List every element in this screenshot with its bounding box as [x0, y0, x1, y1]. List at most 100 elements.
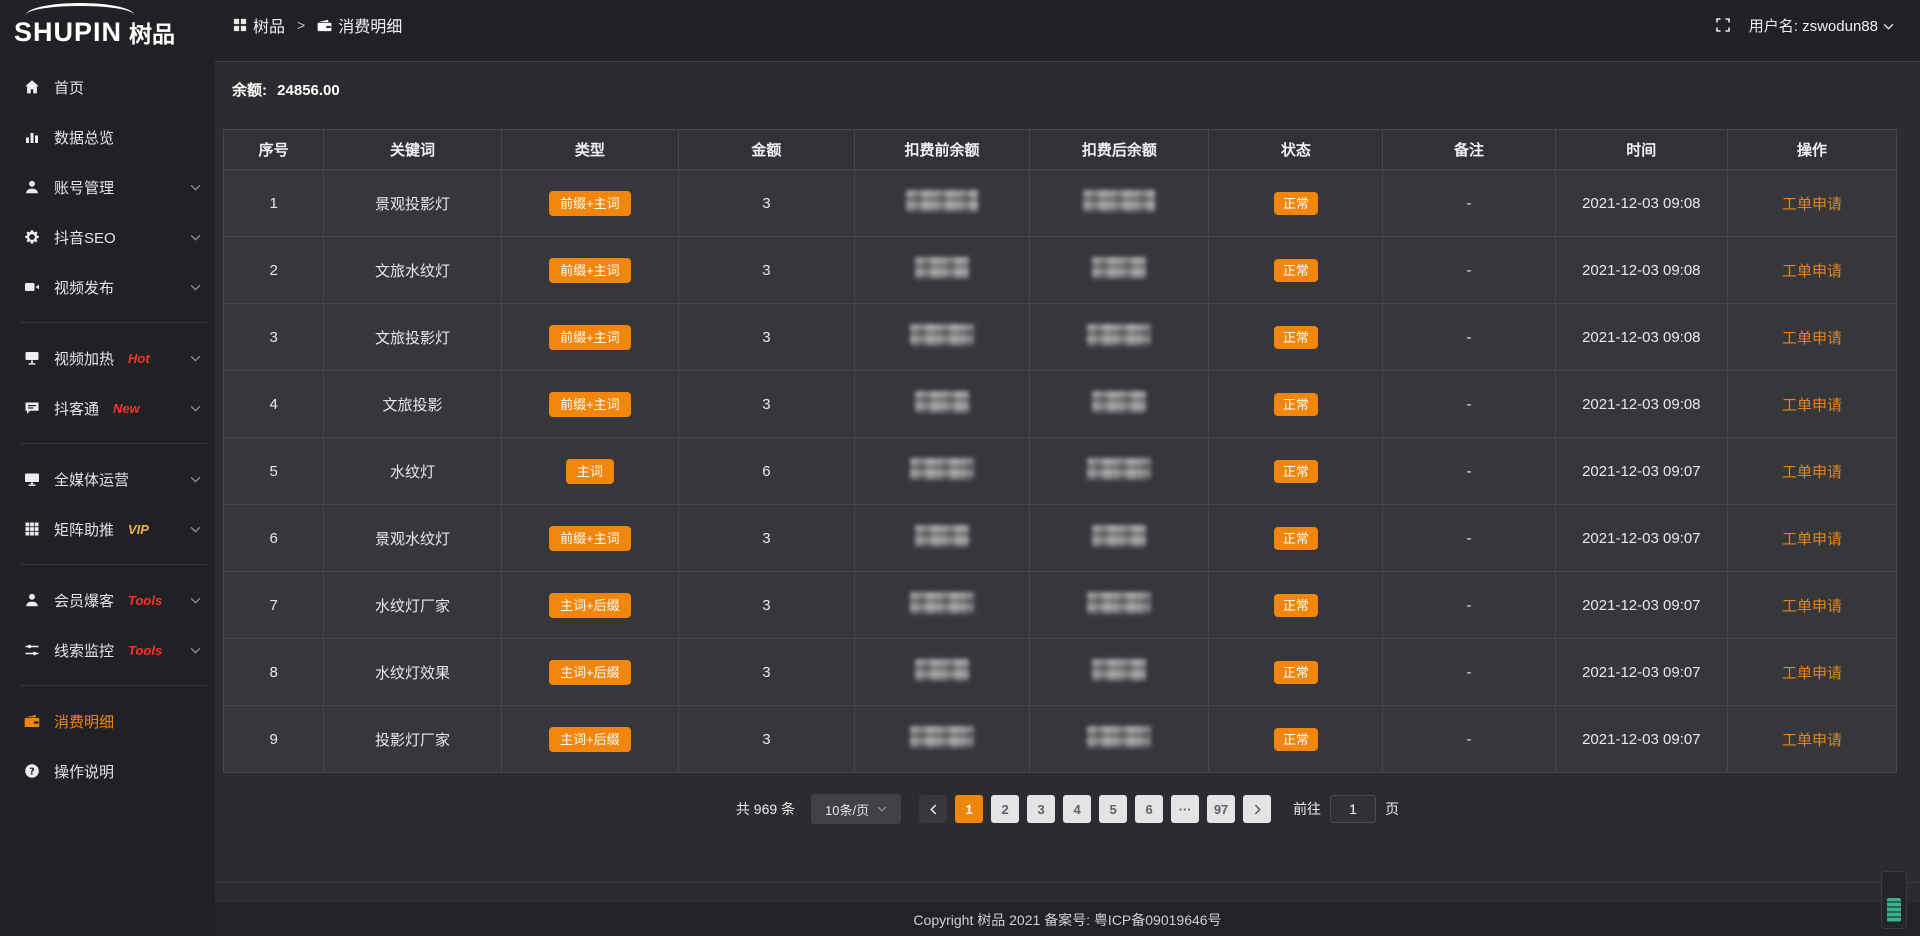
screen-icon	[23, 350, 41, 366]
cell-amount: 3	[679, 572, 855, 639]
goto-label: 前往	[1293, 799, 1321, 819]
page-size-select[interactable]: 10条/页	[811, 794, 901, 824]
cell-time: 2021-12-03 09:08	[1555, 304, 1727, 371]
cell-index: 9	[224, 706, 324, 773]
cell-status: 正常	[1209, 304, 1383, 371]
sidebar-item-douketong[interactable]: 抖客通 New	[0, 383, 215, 433]
next-page-button[interactable]	[1243, 795, 1271, 823]
prev-page-button[interactable]	[919, 795, 947, 823]
table-row: 6 景观水纹灯 前缀+主词 3 正常 - 2021-12-03 09:07 工单…	[224, 505, 1897, 572]
cell-type: 主词+后缀	[501, 639, 678, 706]
col-header-type: 类型	[501, 130, 678, 170]
logo-arc-decoration	[26, 3, 134, 15]
cell-time: 2021-12-03 09:07	[1555, 706, 1727, 773]
question-circle-icon: ?	[23, 763, 41, 779]
cell-keyword: 景观水纹灯	[324, 505, 501, 572]
page-size-value: 10条/页	[825, 800, 869, 819]
work-order-link[interactable]: 工单申请	[1782, 464, 1842, 481]
goto-page-input[interactable]	[1330, 795, 1376, 823]
user-icon	[23, 179, 41, 195]
user-menu[interactable]: 用户名: zswodun88	[1749, 15, 1894, 36]
col-header-time: 时间	[1555, 130, 1727, 170]
sidebar: 首页 数据总览 账号管理 抖音SEO 视频发布	[0, 50, 215, 936]
sidebar-item-clue-monitor[interactable]: 线索监控 Tools	[0, 625, 215, 675]
cell-balance-before	[854, 304, 1030, 371]
home-icon	[23, 79, 41, 95]
status-badge: 正常	[1274, 192, 1318, 215]
censored-balance-block	[915, 525, 969, 547]
pagination: 共 969 条 10条/页 1 2 3 4 5 6 ··· 97 前往 页	[215, 794, 1920, 824]
floating-widget-stripes	[1887, 898, 1901, 922]
sidebar-item-account[interactable]: 账号管理	[0, 162, 215, 212]
floating-widget[interactable]	[1881, 871, 1907, 929]
type-badge: 前缀+主词	[549, 526, 631, 551]
chevron-down-icon	[190, 647, 201, 654]
sidebar-item-consumption-detail[interactable]: 消费明细	[0, 696, 215, 746]
work-order-link[interactable]: 工单申请	[1782, 330, 1842, 347]
cell-amount: 6	[679, 438, 855, 505]
page-button-5[interactable]: 5	[1099, 795, 1127, 823]
page-button-6[interactable]: 6	[1135, 795, 1163, 823]
col-header-amount: 金额	[679, 130, 855, 170]
type-badge: 前缀+主词	[549, 191, 631, 216]
work-order-link[interactable]: 工单申请	[1782, 732, 1842, 749]
censored-balance-block	[910, 458, 974, 480]
type-badge: 前缀+主词	[549, 325, 631, 350]
work-order-link[interactable]: 工单申请	[1782, 196, 1842, 213]
app-logo: SHUPIN 树品	[0, 0, 215, 50]
work-order-link[interactable]: 工单申请	[1782, 598, 1842, 615]
cell-status: 正常	[1209, 237, 1383, 304]
censored-balance-block	[1092, 391, 1146, 413]
username-label: 用户名: zswodun88	[1749, 15, 1878, 36]
breadcrumb-current[interactable]: 消费明细	[317, 13, 402, 37]
more-pages-button[interactable]: ···	[1171, 795, 1199, 823]
chevron-down-icon	[190, 405, 201, 412]
sidebar-item-data-overview[interactable]: 数据总览	[0, 112, 215, 162]
sidebar-item-video-heat[interactable]: 视频加热 Hot	[0, 333, 215, 383]
cell-status: 正常	[1209, 438, 1383, 505]
work-order-link[interactable]: 工单申请	[1782, 397, 1842, 414]
wallet-icon	[317, 18, 332, 33]
status-badge: 正常	[1274, 728, 1318, 751]
dashboard-icon	[233, 18, 247, 32]
sidebar-item-douyin-seo[interactable]: 抖音SEO	[0, 212, 215, 262]
cell-type: 主词+后缀	[501, 706, 678, 773]
page-button-1[interactable]: 1	[955, 795, 983, 823]
cell-index: 1	[224, 170, 324, 237]
page-button-4[interactable]: 4	[1063, 795, 1091, 823]
sidebar-item-matrix-boost[interactable]: 矩阵助推 VIP	[0, 504, 215, 554]
sidebar-item-omnimedia[interactable]: 全媒体运营	[0, 454, 215, 504]
sidebar-item-member-leads[interactable]: 会员爆客 Tools	[0, 575, 215, 625]
cell-amount: 3	[679, 706, 855, 773]
censored-balance-block	[1092, 659, 1146, 681]
fullscreen-icon[interactable]	[1715, 17, 1731, 33]
status-badge: 正常	[1274, 326, 1318, 349]
work-order-link[interactable]: 工单申请	[1782, 263, 1842, 280]
page-button-2[interactable]: 2	[991, 795, 1019, 823]
sidebar-item-instructions[interactable]: ? 操作说明	[0, 746, 215, 796]
balance: 余额: 24856.00	[232, 79, 1920, 100]
video-camera-icon	[23, 279, 41, 295]
page-button-97[interactable]: 97	[1207, 795, 1235, 823]
sidebar-item-video-publish[interactable]: 视频发布	[0, 262, 215, 312]
cell-action: 工单申请	[1727, 237, 1896, 304]
breadcrumb-home[interactable]: 树品	[233, 13, 285, 37]
chevron-down-icon	[1883, 23, 1894, 30]
cell-type: 主词+后缀	[501, 572, 678, 639]
censored-balance-block	[910, 592, 974, 614]
chevron-down-icon	[190, 284, 201, 291]
header-divider	[215, 50, 1920, 62]
goto-page: 前往 页	[1293, 795, 1399, 823]
col-header-note: 备注	[1383, 130, 1555, 170]
sidebar-item-home[interactable]: 首页	[0, 62, 215, 112]
cell-time: 2021-12-03 09:07	[1555, 639, 1727, 706]
page-button-3[interactable]: 3	[1027, 795, 1055, 823]
cell-balance-after	[1030, 572, 1209, 639]
cell-note: -	[1383, 237, 1555, 304]
work-order-link[interactable]: 工单申请	[1782, 531, 1842, 548]
cell-balance-after	[1030, 371, 1209, 438]
type-badge: 主词+后缀	[549, 593, 631, 618]
work-order-link[interactable]: 工单申请	[1782, 665, 1842, 682]
cell-amount: 3	[679, 505, 855, 572]
cell-balance-before	[854, 170, 1030, 237]
